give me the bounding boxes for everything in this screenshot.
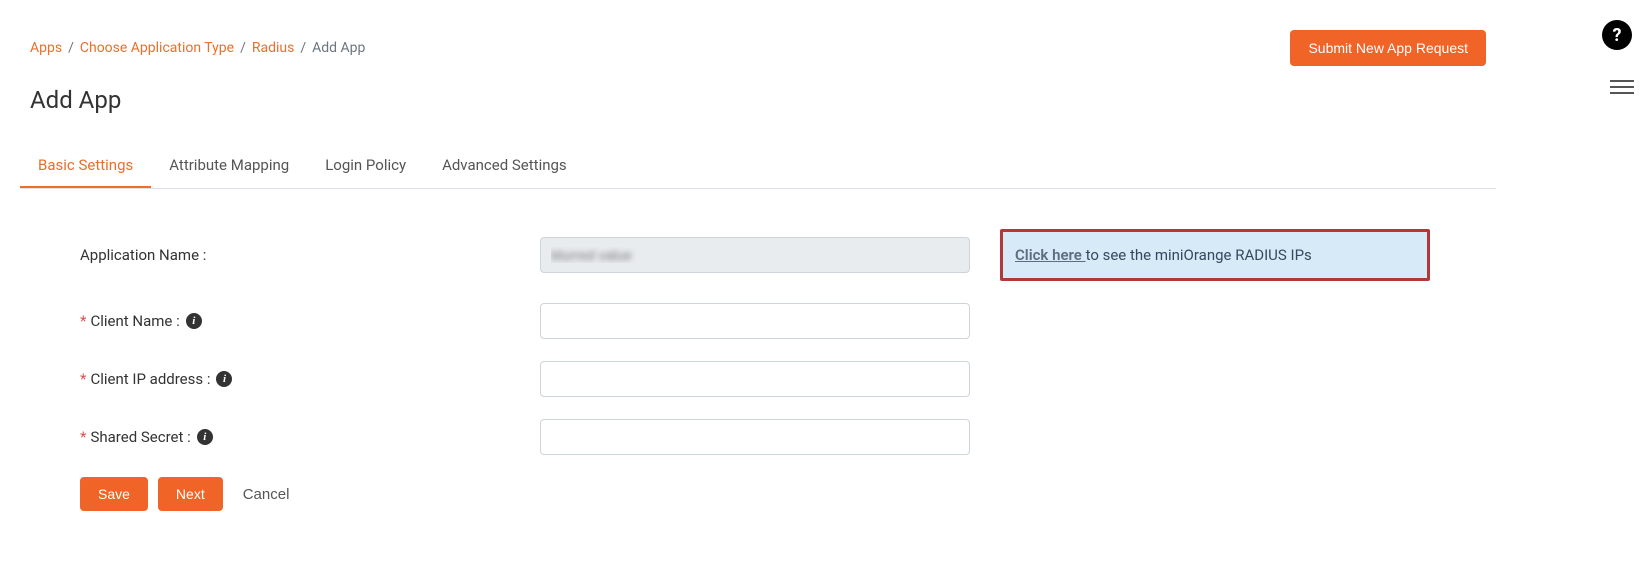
client-ip-label: *Client IP address : i [80,370,510,388]
application-name-input[interactable] [540,237,970,273]
tab-login-policy[interactable]: Login Policy [307,144,424,188]
callout-text: to see the miniOrange RADIUS IPs [1086,246,1312,264]
tab-basic-settings[interactable]: Basic Settings [20,144,151,188]
client-name-label: *Client Name : i [80,312,510,330]
page-title: Add App [20,76,1496,144]
breadcrumb-radius[interactable]: Radius [252,40,295,56]
tabs: Basic Settings Attribute Mapping Login P… [20,144,1496,189]
click-here-link[interactable]: Click here [1015,246,1086,264]
shared-secret-label: *Shared Secret : i [80,428,510,446]
save-button[interactable]: Save [80,477,148,511]
breadcrumb-apps[interactable]: Apps [30,40,62,56]
info-icon[interactable]: i [197,429,213,445]
submit-new-app-button[interactable]: Submit New App Request [1290,30,1486,66]
tab-advanced-settings[interactable]: Advanced Settings [424,144,585,188]
info-icon[interactable]: i [216,371,232,387]
shared-secret-input[interactable] [540,419,970,455]
help-icon[interactable]: ? [1602,20,1632,50]
hamburger-icon[interactable] [1610,75,1634,99]
radius-ips-callout: Click here to see the miniOrange RADIUS … [1000,229,1430,281]
breadcrumb-current: Add App [312,40,365,56]
cancel-button[interactable]: Cancel [233,478,300,511]
tab-attribute-mapping[interactable]: Attribute Mapping [151,144,307,188]
breadcrumb-sep: / [68,40,74,56]
application-name-label: Application Name : [80,246,510,264]
breadcrumb-sep: / [300,40,306,56]
breadcrumb: Apps / Choose Application Type / Radius … [30,40,365,56]
client-ip-input[interactable] [540,361,970,397]
breadcrumb-sep: / [240,40,246,56]
next-button[interactable]: Next [158,477,223,511]
info-icon[interactable]: i [186,313,202,329]
client-name-input[interactable] [540,303,970,339]
breadcrumb-choose-type[interactable]: Choose Application Type [80,40,234,56]
